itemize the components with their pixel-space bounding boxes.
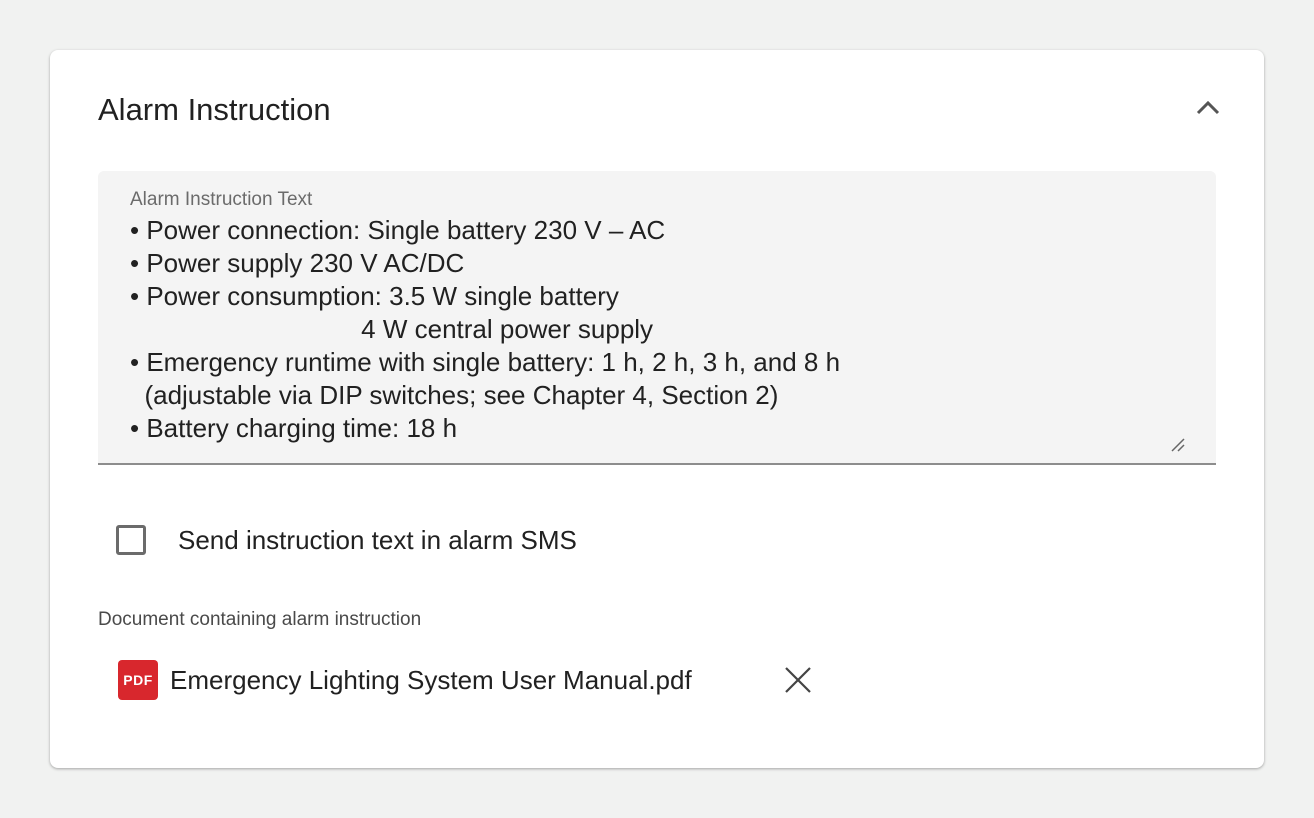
attached-document: PDF Emergency Lighting System User Manua… [118,660,692,700]
chevron-up-icon [1196,100,1220,115]
alarm-instruction-card: Alarm Instruction Alarm Instruction Text… [50,50,1264,768]
textarea-label: Alarm Instruction Text [130,189,313,210]
instruction-line: • Battery charging time: 18 h [130,413,458,443]
collapse-button[interactable] [1188,88,1228,128]
instruction-line: 4 W central power supply [130,314,654,344]
document-file-name[interactable]: Emergency Lighting System User Manual.pd… [170,665,692,696]
instruction-line: • Power consumption: 3.5 W single batter… [130,281,619,311]
close-icon [785,667,811,693]
document-label: Document containing alarm instruction [98,609,422,630]
resize-handle-icon[interactable] [1168,435,1186,453]
remove-document-button[interactable] [778,660,818,700]
instruction-line: • Emergency runtime with single battery:… [130,347,841,377]
send-sms-label[interactable]: Send instruction text in alarm SMS [178,525,577,556]
send-sms-checkbox[interactable] [116,525,146,555]
send-sms-option[interactable]: Send instruction text in alarm SMS [116,520,577,560]
pdf-file-icon: PDF [118,660,158,700]
instruction-line: (adjustable via DIP switches; see Chapte… [130,380,779,410]
instruction-line: • Power connection: Single battery 230 V… [130,215,666,245]
instruction-line: • Power supply 230 V AC/DC [130,248,465,278]
card-title: Alarm Instruction [98,92,331,127]
alarm-instruction-textarea[interactable]: Alarm Instruction Text • Power connectio… [98,171,1216,465]
textarea-content[interactable]: • Power connection: Single battery 230 V… [130,214,1190,445]
